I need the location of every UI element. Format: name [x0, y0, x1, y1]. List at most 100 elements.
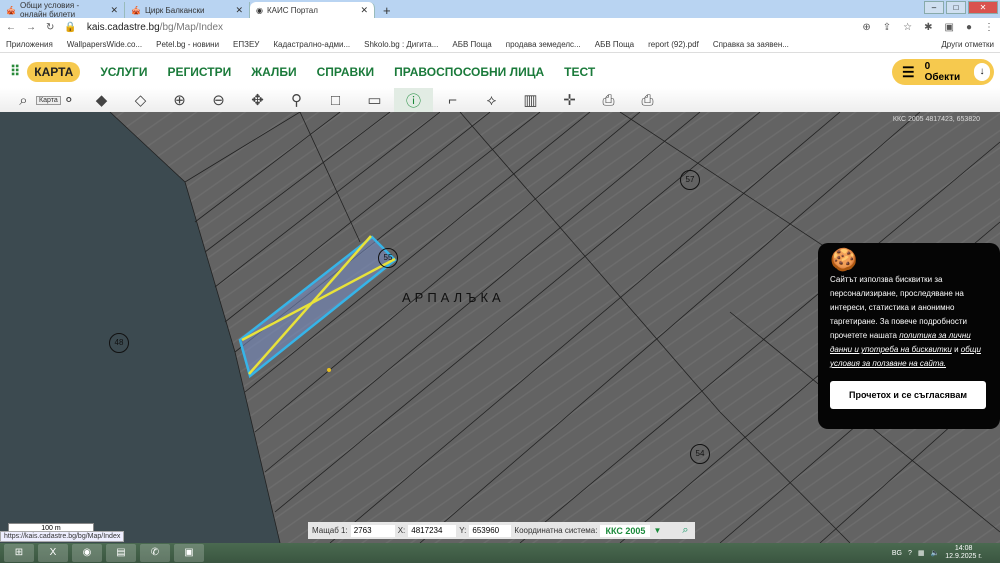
parcel-number[interactable]: 54 — [690, 444, 710, 464]
layers-filled-icon[interactable]: ◆ — [82, 88, 121, 112]
status-url: https://kais.cadastre.bg/bg/Map/Index — [0, 531, 125, 542]
nav-references[interactable]: СПРАВКИ — [317, 65, 375, 79]
network-icon[interactable]: ▦ — [918, 549, 925, 557]
language-indicator[interactable]: BG — [892, 550, 902, 557]
close-tab-icon[interactable]: ✕ — [235, 5, 243, 16]
nav-services[interactable]: УСЛУГИ — [100, 65, 147, 79]
cookie-icon: 🍪 — [830, 247, 858, 272]
y-input[interactable] — [469, 524, 512, 537]
bookmark-item[interactable]: продава земеделс... — [506, 40, 581, 49]
coordinate-system-select[interactable]: ККС 2005 — [600, 524, 651, 537]
hamburger-icon: ☰ — [902, 63, 915, 80]
map-toolbar: ⌕ ⚬⚬ ◆ ◇ ⊕ ⊖ ✥ ⚲ □ ▭ ⓘ ⌐ ⟡ ▥ ✛ ⎙ ⎙ — [0, 88, 1000, 112]
avatar[interactable]: ● — [966, 22, 972, 33]
zoom-icon[interactable]: ⊕ — [862, 22, 870, 33]
back-icon[interactable]: ← — [6, 22, 16, 33]
address-bar: ← → ↻ 🔒 kais.cadastre.bg/bg/Map/Index ⊕ ⇪ ☆ ✱… — [0, 18, 1000, 37]
accept-cookies-button[interactable]: Прочетох и се съгласявам — [830, 381, 986, 409]
close-tab-icon[interactable]: ✕ — [360, 5, 368, 16]
coordinate-bar: Мащаб 1: X: Y: Координатна система: ККС … — [308, 522, 695, 539]
browser-tab-strip: 🎪 Общи условия - онлайн билети ✕ 🎪 Цирк Бал… — [0, 0, 1000, 19]
select-remove-icon[interactable]: ▭ — [355, 88, 394, 112]
clock[interactable]: 14:08 12.9.2025 г. — [945, 545, 982, 561]
other-bookmarks[interactable]: Други отметки — [941, 40, 994, 49]
bookmark-item[interactable]: WallpapersWide.co... — [67, 40, 142, 49]
bookmark-item[interactable]: Petel.bg - новини — [156, 40, 219, 49]
sidepanel-icon[interactable]: ▣ — [945, 22, 954, 33]
tab-kais-portal[interactable]: ◉ КАИС Портал ✕ — [250, 2, 375, 18]
extensions-icon[interactable]: ✱ — [924, 22, 932, 33]
parcel-number[interactable]: 55 — [378, 248, 398, 268]
info-icon[interactable]: ⓘ — [394, 88, 433, 112]
bookmark-item[interactable]: report (92).pdf — [648, 40, 699, 49]
bookmarks-bar: Приложения WallpapersWide.co... Petel.bg… — [0, 37, 1000, 53]
scale-input[interactable] — [350, 524, 395, 537]
nav-licensed-persons[interactable]: ПРАВОСПОСОБНИ ЛИЦА — [394, 65, 544, 79]
system-tray: BG ? ▦ 🔈 14:08 12.9.2025 г. — [892, 545, 1000, 561]
tab-favicon-icon: 🎪 — [131, 5, 141, 15]
chevron-down-icon[interactable]: ▼ — [653, 526, 661, 535]
zoom-in-icon[interactable]: ⊕ — [160, 88, 199, 112]
upload-file-icon[interactable]: ⎙ — [589, 88, 628, 112]
file-explorer-icon[interactable]: ▤ — [106, 544, 136, 562]
measure-area-icon[interactable]: ⟡ — [472, 88, 511, 112]
parcel-number[interactable]: 48 — [109, 333, 129, 353]
bookmark-item[interactable]: Приложения — [6, 40, 53, 49]
crosshair-icon[interactable]: ✛ — [550, 88, 589, 112]
pan-icon[interactable]: ✥ — [238, 88, 277, 112]
layers-outline-icon[interactable]: ◇ — [121, 88, 160, 112]
chrome-icon[interactable]: ◉ — [72, 544, 102, 562]
viber-icon[interactable]: ✆ — [140, 544, 170, 562]
volume-icon[interactable]: 🔈 — [931, 549, 940, 557]
tab-favicon-icon: 🎪 — [6, 5, 16, 15]
reload-icon[interactable]: ↻ — [46, 22, 54, 33]
arrow-down-icon[interactable]: ↓ — [973, 63, 990, 81]
url-field[interactable]: kais.cadastre.bg/bg/Map/Index — [87, 22, 223, 33]
taskbar: ⊞ X ◉ ▤ ✆ ▣ BG ? ▦ 🔈 14:08 12.9.2025 г. — [0, 543, 1000, 563]
lock-icon: 🔒 — [64, 22, 77, 33]
minimize-button[interactable]: – — [924, 1, 944, 14]
apps-grid-icon[interactable]: ⠿ — [10, 63, 20, 80]
bookmark-item[interactable]: Кадастрално-адми... — [273, 40, 350, 49]
select-add-icon[interactable]: □ — [316, 88, 355, 112]
share-icon[interactable]: ⇪ — [883, 22, 891, 33]
close-tab-icon[interactable]: ✕ — [110, 5, 118, 16]
star-icon[interactable]: ☆ — [903, 22, 912, 33]
bookmark-item[interactable]: АБВ Поща — [452, 40, 491, 49]
x-input[interactable] — [408, 524, 457, 537]
tab-favicon-icon: ◉ — [256, 5, 263, 15]
nav-test[interactable]: ТЕСТ — [564, 65, 595, 79]
location-pin-icon[interactable]: ⚲ — [277, 88, 316, 112]
maximize-button[interactable]: □ — [946, 1, 966, 14]
nav-registers[interactable]: РЕГИСТРИ — [168, 65, 232, 79]
close-window-button[interactable]: ✕ — [968, 1, 998, 14]
parcel-number[interactable]: 57 — [680, 170, 700, 190]
map-icon[interactable]: ▥ — [511, 88, 550, 112]
help-icon[interactable]: ? — [908, 550, 912, 557]
app-icon[interactable]: ▣ — [174, 544, 204, 562]
print-icon[interactable]: ⎙ — [628, 88, 667, 112]
start-button[interactable]: ⊞ — [4, 544, 34, 562]
point-marker — [327, 368, 331, 372]
forward-icon[interactable]: → — [26, 22, 36, 33]
objects-button[interactable]: ☰ 0 Обекти ↓ — [892, 59, 994, 85]
new-tab-button[interactable]: + — [375, 3, 399, 18]
measure-distance-icon[interactable]: ⌐ — [433, 88, 472, 112]
tab-general-terms[interactable]: 🎪 Общи условия - онлайн билети ✕ — [0, 1, 125, 19]
excel-icon[interactable]: X — [38, 544, 68, 562]
bookmark-item[interactable]: ЕПЗЕУ — [233, 40, 259, 49]
nav-complaints[interactable]: ЖАЛБИ — [251, 65, 296, 79]
nav-map[interactable]: КАРТА — [27, 61, 81, 82]
tab-circus[interactable]: 🎪 Цирк Балкански ✕ — [125, 2, 250, 18]
bookmark-item[interactable]: Shkolo.bg : Дигита... — [364, 40, 438, 49]
bookmark-item[interactable]: АБВ Поща — [595, 40, 634, 49]
search-icon[interactable]: ⌕ — [682, 524, 688, 537]
bookmark-item[interactable]: Справка за заявен... — [713, 40, 789, 49]
tooltip: Карта — [36, 96, 61, 105]
cookie-text: Сайтът използва бисквитки за персонализи… — [830, 275, 981, 368]
cookie-banner: 🍪 Сайтът използва бисквитки за персонали… — [818, 243, 1000, 429]
place-name: АРПАЛЪКА — [402, 290, 505, 305]
coordinate-readout: ККС 2005 4817423, 653820 — [892, 116, 980, 123]
zoom-out-icon[interactable]: ⊖ — [199, 88, 238, 112]
menu-icon[interactable]: ⋮ — [984, 22, 994, 33]
